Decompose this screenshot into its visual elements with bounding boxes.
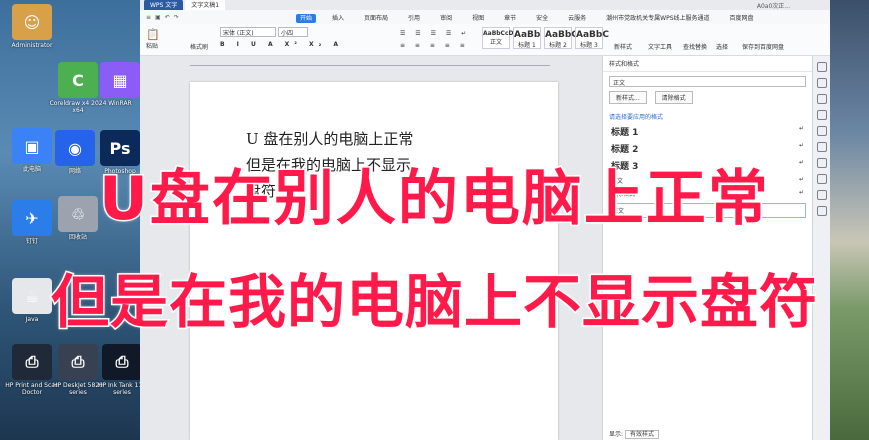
document-area: U 盘在别人的电脑上正常 但是在我的电脑上不显示 盘符 xyxy=(140,56,602,440)
clipboard-icon: 📋 xyxy=(146,28,160,41)
style-sample: AaBbC xyxy=(576,30,609,40)
caption-line-1: U盘在别人的电脑上正常 xyxy=(98,163,770,236)
tab-wps-app[interactable]: WPS 文字 xyxy=(144,0,184,10)
redo-icon[interactable]: ↷ xyxy=(174,14,179,21)
current-style-select[interactable]: 正文 xyxy=(609,76,806,87)
menu-item[interactable]: 潮州市党政机关专属WPS线上服务通道 xyxy=(602,14,713,23)
tab-document[interactable]: 文字文稿1 xyxy=(185,0,226,10)
menu-item[interactable]: 开始 xyxy=(296,13,317,23)
style-sample: AaBb xyxy=(514,30,541,40)
pen-icon[interactable] xyxy=(816,62,827,72)
style-sample: AaBbCcDd xyxy=(483,30,518,37)
style-gallery-item[interactable]: AaBbCcDd 正文 xyxy=(482,27,518,49)
display-row: 显示: 有效样式 xyxy=(609,429,659,439)
display-select[interactable]: 有效样式 xyxy=(624,430,659,439)
style-gallery-item[interactable]: AaBbC 标题 3 xyxy=(575,27,609,49)
quick-access: ≡ ▣ ↶ ↷ xyxy=(146,14,296,21)
ribbon-toolbar: 📋 粘贴 格式刷 宋体 (正文) 小四 B I U A X² X₂ A ☰ ☰ … xyxy=(140,24,830,56)
caption-line-2: 但是在我的电脑上不显示盘符 xyxy=(49,267,818,338)
menu-item[interactable]: 视图 xyxy=(468,14,488,23)
return-icon: ↵ xyxy=(798,125,804,132)
style-list-label: 标题 1 xyxy=(611,128,639,138)
style-sample: AaBbC xyxy=(545,30,578,40)
lock-icon[interactable] xyxy=(816,110,827,120)
desktop-icon-label: Administrator xyxy=(11,42,53,49)
style-list-item[interactable]: 标题 1 ↵ xyxy=(609,123,806,140)
save-icon[interactable]: ▣ xyxy=(155,14,161,21)
undo-icon[interactable]: ↶ xyxy=(165,14,170,21)
menu-item[interactable]: 插入 xyxy=(328,14,348,23)
menu-item[interactable]: 安全 xyxy=(532,14,552,23)
style-name: 标题 2 xyxy=(549,42,567,49)
style-gallery-item[interactable]: AaBb 标题 1 xyxy=(513,27,541,49)
app-icon: ☺ xyxy=(12,4,52,40)
style-name: 标题 1 xyxy=(518,42,536,49)
app-icon: ⎙ xyxy=(102,344,142,380)
menu-item[interactable]: 百度网盘 xyxy=(726,14,758,23)
menu-bar: ≡ ▣ ↶ ↷ 开始 插入 页面布局 引用 审阅 视图 章节 安全 云服务 潮州市党政机关专属WP… xyxy=(140,10,830,24)
style-name: 标题 3 xyxy=(580,42,598,49)
menu-item[interactable]: 审阅 xyxy=(436,14,456,23)
paste-button[interactable]: 📋 粘贴 xyxy=(146,28,160,50)
format-painter-button[interactable]: 格式刷 xyxy=(190,42,208,51)
app-icon: ⎙ xyxy=(12,344,52,380)
ruler xyxy=(190,60,550,66)
menu-item[interactable]: 章节 xyxy=(500,14,520,23)
find-replace-button[interactable]: 查找替换 xyxy=(683,42,707,51)
styles-panel: 样式和格式 正文 新样式... 清除格式 请选择要应用的格式 标题 1 ↵ 标题 2… xyxy=(602,56,812,440)
pointer-icon[interactable] xyxy=(816,78,827,88)
shape-icon[interactable] xyxy=(816,94,827,104)
font-name-select[interactable]: 宋体 (正文) xyxy=(220,27,276,37)
menu-items: 开始 插入 页面布局 引用 审阅 视图 章节 安全 云服务 潮州市党政机关专属WPS线上服务通道 百… xyxy=(296,13,770,23)
paragraph-buttons[interactable]: ☰ ☰ ☰ ☰ ↵ xyxy=(400,30,470,37)
desktop-icon[interactable]: ☺ Administrator xyxy=(2,4,62,49)
text-tools-button[interactable]: 文字工具 xyxy=(648,42,672,51)
font-size-select[interactable]: 小四 xyxy=(278,27,308,37)
section-label: 请选择要应用的格式 xyxy=(609,114,664,121)
style-gallery-item[interactable]: AaBbC 标题 2 xyxy=(544,27,578,49)
select-button[interactable]: 选择 xyxy=(716,42,728,51)
title-bar: WPS 文字 文字文稿1 A0a0次正... xyxy=(140,0,830,10)
right-tool-strip xyxy=(812,56,830,440)
clear-format-button[interactable]: 清除格式 xyxy=(654,91,693,104)
new-style-panel-button[interactable]: 新样式... xyxy=(609,91,647,104)
new-style-button[interactable]: 新样式 xyxy=(614,42,632,51)
paste-label: 粘贴 xyxy=(146,43,159,50)
align-buttons[interactable]: ≡ ≡ ≡ ≡ ≡ xyxy=(400,42,469,49)
display-label: 显示 xyxy=(609,431,622,438)
format-buttons[interactable]: B I U A X² X₂ A xyxy=(220,41,343,48)
tools-icon[interactable] xyxy=(816,126,827,136)
save-to-baidu-button[interactable]: 保存到百度网盘 xyxy=(742,42,784,51)
user-name[interactable]: A0a0次正... xyxy=(757,1,830,10)
menu-item[interactable]: 云服务 xyxy=(564,14,590,23)
menu-item[interactable]: 页面布局 xyxy=(360,14,392,23)
app-icon: ▦ xyxy=(100,62,140,98)
style-name: 正文 xyxy=(489,39,502,46)
menu-icon[interactable]: ≡ xyxy=(146,14,151,21)
doc-line-1[interactable]: U 盘在别人的电脑上正常 xyxy=(246,128,413,149)
panel-title: 样式和格式 xyxy=(603,56,812,72)
menu-item[interactable]: 引用 xyxy=(404,14,424,23)
